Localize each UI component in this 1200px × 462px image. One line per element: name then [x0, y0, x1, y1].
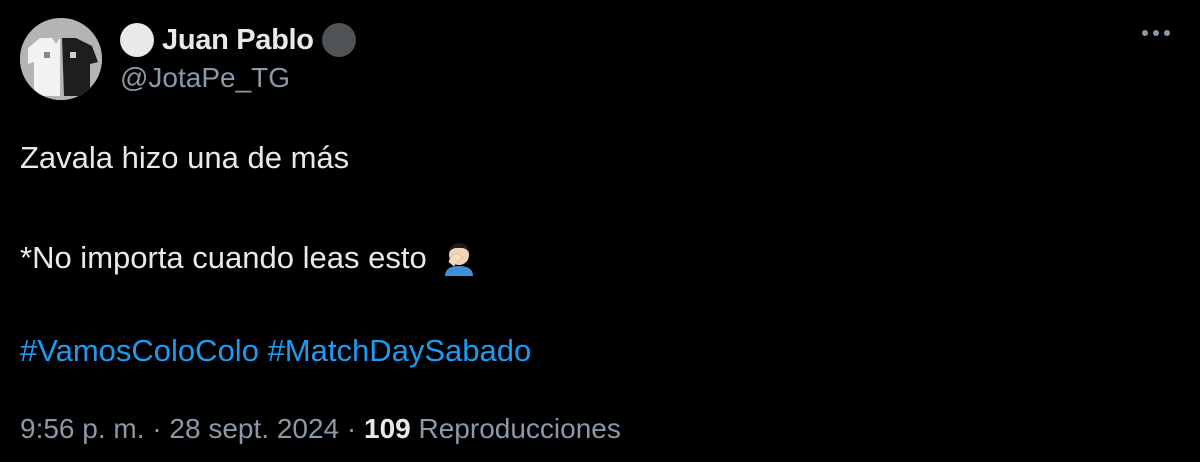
tweet-text-line-2: *No importa cuando leas esto: [20, 240, 427, 275]
views-count: 109: [364, 413, 411, 444]
person-facepalming-icon: [437, 236, 481, 280]
hashtags-row: #VamosColoColo #MatchDaySabado: [20, 333, 531, 369]
avatar[interactable]: [20, 18, 102, 100]
views-label: Reproducciones: [418, 413, 621, 444]
hashtag-link[interactable]: #MatchDaySabado: [268, 333, 532, 368]
dark-circle-icon: [321, 23, 356, 57]
hashtag-link[interactable]: #VamosColoColo: [20, 333, 259, 368]
user-handle[interactable]: @JotaPe_TG: [120, 62, 290, 94]
meta-separator: ·: [152, 413, 162, 444]
meta-separator: ·: [346, 413, 357, 444]
tweet-text-line-1: Zavala hizo una de más: [20, 140, 350, 175]
display-name[interactable]: Juan Pablo: [162, 24, 314, 57]
user-name-row[interactable]: Juan Pablo: [120, 22, 356, 58]
tweet-meta: 9:56 p. m. · 28 sept. 2024 · 109 Reprodu…: [20, 413, 621, 445]
tweet-date[interactable]: 28 sept. 2024: [169, 413, 339, 444]
tweet-time[interactable]: 9:56 p. m.: [20, 413, 145, 444]
tweet-text-line-2-row: *No importa cuando leas esto: [20, 236, 481, 280]
white-circle-icon: [120, 23, 154, 57]
more-options-icon[interactable]: [1136, 24, 1176, 42]
tweet-card: Juan Pablo @JotaPe_TG Zavala hizo una de…: [0, 0, 1200, 462]
